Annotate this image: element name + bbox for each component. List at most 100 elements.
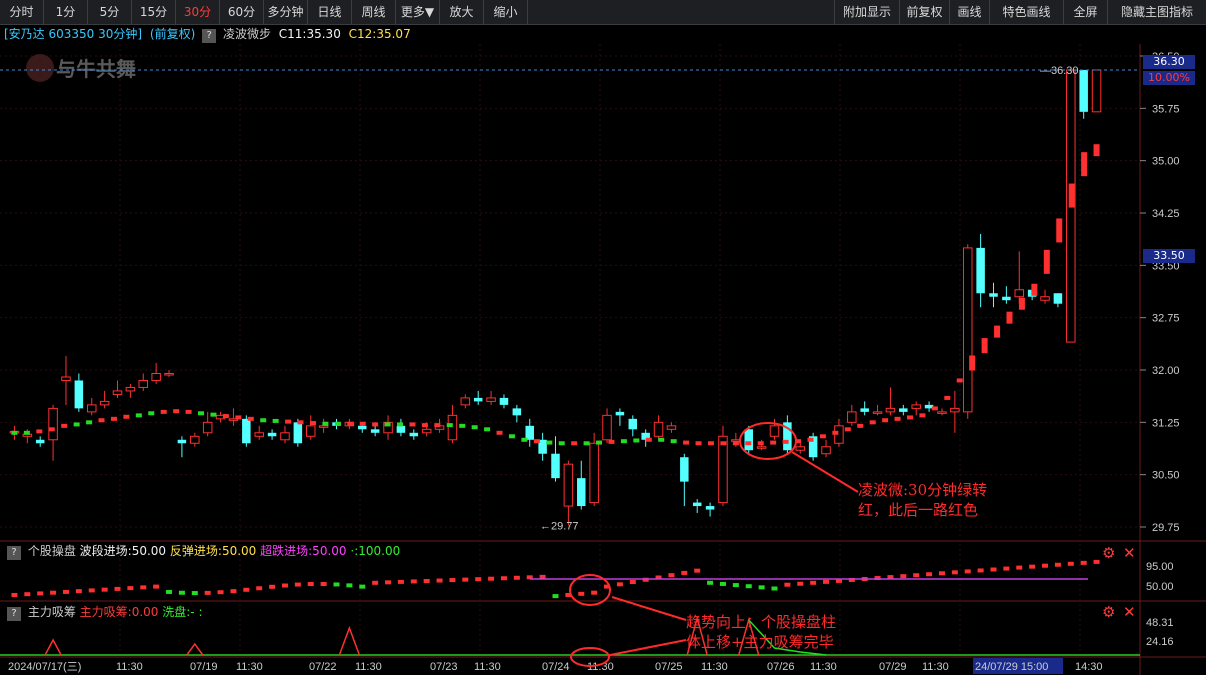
candle-body (756, 446, 767, 449)
operation-bar (810, 580, 817, 585)
time-tick-label: 07/24 (542, 661, 570, 673)
candle-body (899, 408, 908, 412)
operation-bar (784, 582, 791, 587)
operation-bar (75, 589, 82, 594)
trend-segment (297, 420, 304, 425)
price-tick-label: 32.75 (1152, 313, 1180, 325)
operation-bar (823, 579, 830, 584)
trend-segment (546, 440, 553, 445)
operation-bar (1054, 562, 1061, 567)
trend-segment (11, 430, 18, 435)
operation-bar (500, 576, 507, 581)
candle-body (409, 432, 419, 437)
time-tick-label: 11:30 (587, 661, 614, 673)
trend-segment (658, 437, 665, 442)
time-tick-label: 07/19 (190, 661, 218, 673)
panel1-tick: 50.00 (1146, 581, 1174, 593)
operation-bar (372, 580, 379, 585)
candle-body (48, 407, 58, 441)
operation-bar (243, 587, 250, 592)
candle-body (35, 439, 45, 444)
trend-segment (683, 440, 690, 445)
panel2-gear-icon[interactable]: ⚙ (1102, 604, 1115, 620)
operation-bar (281, 583, 288, 588)
annotation-2-line2: 体上移+主力吸筹完毕 (686, 633, 834, 651)
trend-segment (770, 440, 777, 445)
operation-bar (951, 570, 958, 575)
trend-segment (434, 423, 441, 428)
candle-body (473, 397, 483, 402)
panel1-header: ? 个股操盘 波段进场:50.00 反弹进场:50.00 超跌进场:50.00 … (4, 543, 400, 560)
operation-bar (88, 588, 95, 593)
panel1-close-icon[interactable]: ✕ (1123, 545, 1136, 561)
trend-segment (782, 439, 789, 444)
operation-bar (1003, 566, 1010, 571)
operation-bar (719, 581, 726, 586)
trend-segment (695, 441, 702, 446)
operation-bar (1093, 559, 1100, 564)
trend-segment (48, 427, 55, 432)
candle-body (769, 425, 780, 437)
panel1-c: 超跌进场:50.00 (260, 544, 347, 558)
trend-segment (720, 441, 727, 446)
trend-segment (906, 415, 913, 420)
trend-segment (260, 418, 267, 423)
operation-bar (191, 591, 198, 596)
trend-segment (1018, 297, 1025, 310)
candle-body (1079, 69, 1088, 112)
trend-segment (23, 430, 30, 435)
operation-bar (127, 586, 134, 591)
panel1-gear-icon[interactable]: ⚙ (1102, 545, 1115, 561)
panel1-help-icon[interactable]: ? (7, 546, 21, 560)
candle-body (976, 247, 985, 294)
last-price-tag: 36.30 (1143, 55, 1195, 69)
trend-segment (484, 427, 491, 432)
annotation-arrow (609, 639, 687, 656)
panel1-b: 反弹进场:50.00 (169, 544, 257, 558)
operation-bar (114, 586, 121, 591)
candle-body (99, 400, 110, 406)
operation-bar (900, 574, 907, 579)
candle-body (551, 453, 560, 479)
candle-body (615, 411, 625, 416)
time-tick-label: 14:30 (1075, 661, 1103, 673)
trend-segment (135, 413, 142, 418)
candle-body (447, 414, 458, 441)
low-marker: ←29.77 (540, 521, 579, 533)
operation-bar (140, 585, 147, 590)
operation-bar (797, 581, 804, 586)
operation-bar (307, 582, 314, 587)
trend-segment (123, 414, 130, 419)
trend-segment (732, 441, 739, 446)
candlestick-chart[interactable]: 与牛共舞 36.5035.7535.0034.2533.5032.7532.00… (0, 0, 1206, 675)
operation-bar (11, 592, 18, 597)
accumulation-spike (338, 625, 361, 656)
operation-bar (629, 580, 636, 585)
candle-body (589, 442, 599, 504)
panel2-help-icon[interactable]: ? (7, 607, 21, 621)
price-tick-label: 31.25 (1152, 417, 1180, 429)
trend-segment (384, 422, 391, 427)
candle-body (1040, 296, 1050, 301)
candle-body (718, 435, 728, 504)
panel2-c: : (198, 605, 203, 619)
trend-segment (36, 429, 43, 434)
operation-bar (977, 568, 984, 573)
trend-segment (508, 434, 515, 439)
operation-bar (462, 577, 469, 582)
operation-bar (410, 579, 417, 584)
panel2-close-icon[interactable]: ✕ (1123, 604, 1136, 620)
operation-bar (37, 591, 44, 596)
trend-segment (558, 441, 565, 446)
operation-bar (423, 578, 430, 583)
time-tick-label: 07/25 (655, 661, 683, 673)
candle-body (911, 404, 921, 409)
trend-segment (98, 418, 105, 423)
operation-bar (1080, 560, 1087, 565)
operation-bar (101, 587, 108, 592)
operation-bar (938, 571, 945, 576)
panel2-header: ? 主力吸筹 主力吸筹:0.00 洗盘:- : (4, 604, 203, 621)
trend-segment (956, 378, 963, 383)
trend-segment (844, 427, 851, 432)
annotation-1: 凌波微:30分钟绿转 红，此后一路红色 (858, 480, 987, 520)
